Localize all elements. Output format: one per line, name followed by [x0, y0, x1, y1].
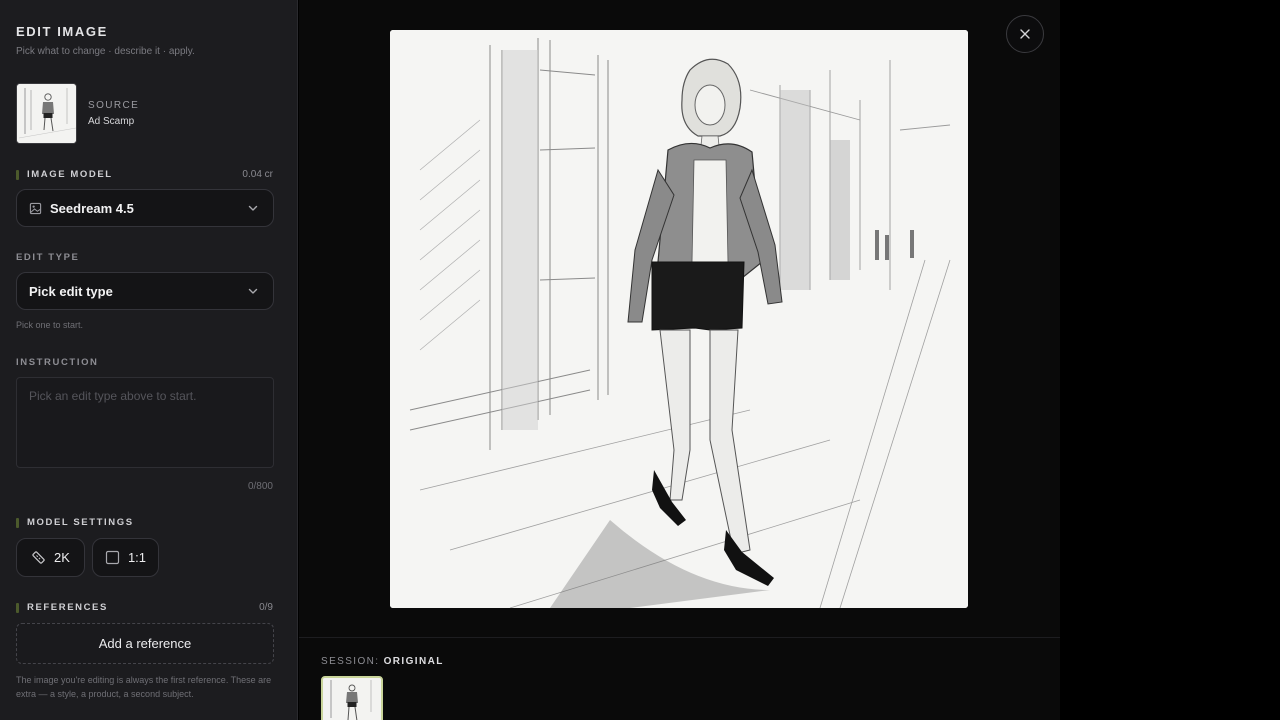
chevron-down-icon: [248, 205, 258, 211]
source-name: Ad Scamp: [88, 116, 135, 127]
image-model-value: Seedream 4.5: [50, 200, 134, 216]
close-button[interactable]: [1006, 15, 1044, 53]
model-cost: 0.04 cr: [242, 169, 273, 180]
image-icon: [29, 202, 42, 214]
square-icon: [105, 550, 120, 565]
instruction-counter: 0/800: [247, 481, 273, 492]
image-model-label: IMAGE MODEL: [16, 169, 113, 180]
session-thumbnail[interactable]: [321, 676, 383, 720]
sketch-image: [390, 30, 968, 608]
aspect-ratio-value: 1:1: [127, 550, 147, 565]
session-sketch-image: [323, 678, 381, 720]
source-label: SOURCE: [88, 100, 140, 111]
instruction-label: INSTRUCTION: [16, 357, 99, 368]
edit-type-hint: Pick one to start.: [16, 320, 84, 330]
ruler-icon: [32, 551, 45, 564]
session-prefix: SESSION:: [321, 656, 380, 667]
image-preview: [390, 30, 968, 608]
backdrop: [1060, 0, 1280, 720]
edit-type-value: Pick edit type: [29, 283, 113, 299]
edit-sidebar: EDIT IMAGE Pick what to change · describ…: [0, 0, 298, 720]
add-reference-label: Add a reference: [98, 636, 192, 651]
add-reference-button[interactable]: Add a reference: [16, 623, 274, 664]
chevron-down-icon: [248, 288, 258, 294]
session-divider: [299, 637, 1060, 638]
edit-type-select[interactable]: Pick edit type: [16, 272, 274, 310]
source-sketch-image: [17, 84, 76, 143]
instruction-input[interactable]: [16, 377, 274, 468]
references-label: REFERENCES: [16, 602, 108, 613]
resolution-button[interactable]: 2K: [16, 538, 85, 577]
aspect-ratio-button[interactable]: 1:1: [92, 538, 159, 577]
close-icon: [1020, 29, 1030, 39]
panel-subtitle: Pick what to change · describe it · appl…: [16, 46, 195, 57]
session-value: ORIGINAL: [383, 656, 444, 667]
model-settings-label: MODEL SETTINGS: [16, 517, 134, 528]
resolution-value: 2K: [54, 550, 70, 565]
source-thumbnail[interactable]: [16, 83, 77, 144]
references-note: The image you're editing is always the f…: [16, 675, 272, 699]
references-count: 0/9: [259, 602, 273, 613]
image-model-select[interactable]: Seedream 4.5: [16, 189, 274, 227]
panel-title: EDIT IMAGE: [16, 24, 108, 39]
session-label: SESSION: ORIGINAL: [321, 656, 444, 667]
edit-type-label: EDIT TYPE: [16, 252, 80, 263]
